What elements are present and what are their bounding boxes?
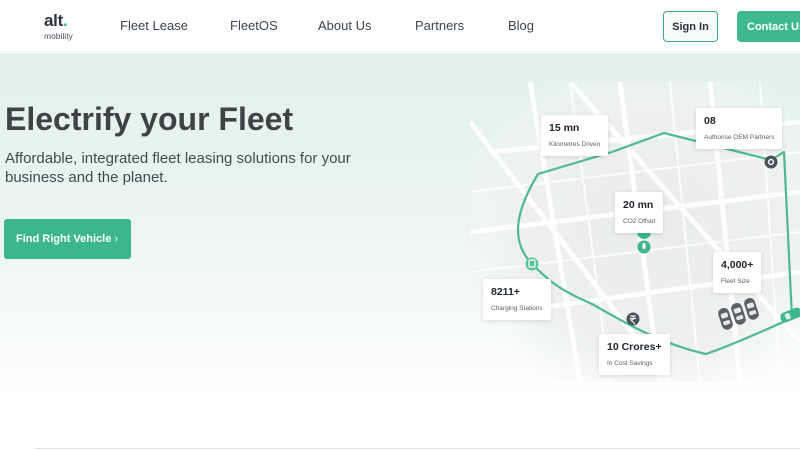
sign-in-button[interactable]: Sign In — [663, 11, 718, 42]
stat-label: Kilometres Driven — [549, 141, 601, 148]
stat-label: Authorise OEM Partners — [704, 134, 775, 141]
stat-label: In Cost Savings — [607, 360, 653, 367]
cta-label: Find Right Vehicle — [16, 233, 112, 245]
chevron-right-icon: › — [114, 233, 119, 245]
nav-link-about-us[interactable]: About Us — [318, 18, 371, 34]
stat-label: Charging Stations — [491, 305, 543, 312]
stat-value: 08 — [704, 115, 716, 127]
stat-card-fleet-size: 4,000+ Fleet Size — [713, 252, 762, 293]
nav-link-blog[interactable]: Blog — [508, 18, 534, 34]
stat-label: CO2 Offset — [623, 218, 656, 225]
settings-pin-icon — [764, 155, 778, 169]
fleet-map-illustration: 15 mn Kilometres Driven 08 Authorise OEM… — [470, 82, 800, 382]
stat-label: Fleet Size — [721, 278, 750, 285]
section-divider — [35, 448, 800, 449]
contact-us-button[interactable]: Contact Us — [737, 11, 800, 42]
charging-station-icon — [525, 257, 539, 271]
navbar: alt. mobility Fleet Lease FleetOS About … — [0, 0, 800, 52]
stat-value: 20 mn — [623, 199, 654, 211]
rupee-pin-icon — [626, 312, 640, 326]
stat-card-oem-partners: 08 Authorise OEM Partners — [696, 108, 783, 149]
nav-link-fleet-lease[interactable]: Fleet Lease — [120, 18, 188, 34]
nav-link-fleetos[interactable]: FleetOS — [230, 18, 278, 34]
brand-logo[interactable]: alt. mobility — [44, 12, 84, 42]
stat-value: 15 mn — [549, 122, 580, 134]
logo-wordmark: alt. — [44, 11, 68, 30]
hero-title: Electrify your Fleet — [5, 101, 294, 137]
nav-link-partners[interactable]: Partners — [415, 18, 464, 34]
stat-card-cost-savings: 10 Crores+ In Cost Savings — [599, 334, 670, 375]
stat-value: 4,000+ — [721, 259, 754, 271]
stat-value: 8211+ — [491, 286, 520, 298]
stat-card-kilometres: 15 mn Kilometres Driven — [541, 115, 609, 156]
find-right-vehicle-button[interactable]: Find Right Vehicle › — [4, 219, 131, 259]
stat-value: 10 Crores+ — [607, 341, 662, 353]
logo-subtitle: mobility — [44, 31, 73, 41]
hero-subtitle: Affordable, integrated fleet leasing sol… — [5, 150, 351, 186]
stat-card-co2-offset: 20 mn CO2 Offset — [615, 192, 664, 233]
stat-card-charging-stations: 8211+ Charging Stations — [483, 279, 551, 320]
